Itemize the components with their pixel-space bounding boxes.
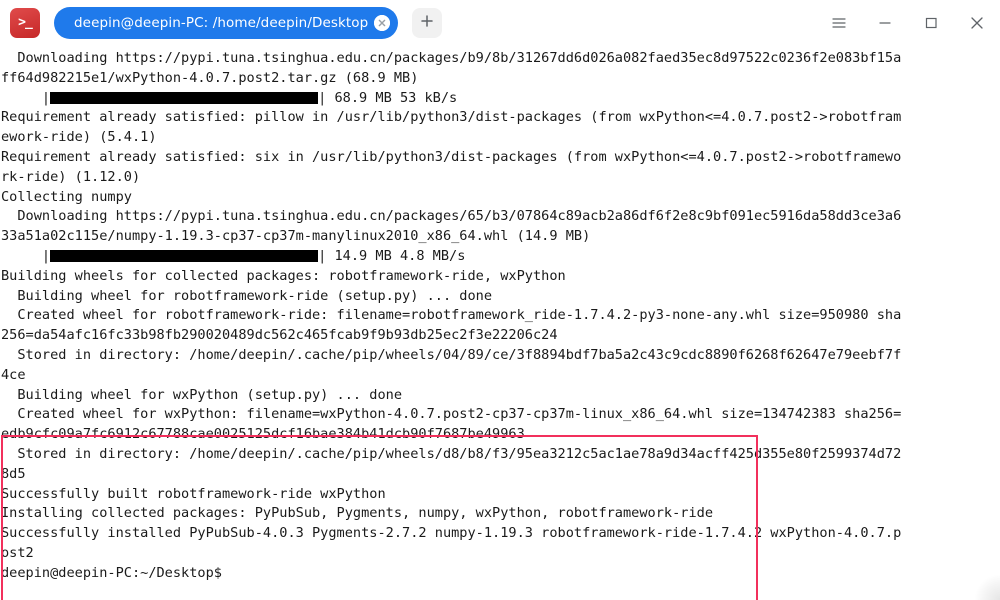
terminal-line: ff64d982215e1/wxPython-4.0.7.post2.tar.g… bbox=[1, 69, 419, 86]
terminal-line: Stored in directory: /home/deepin/.cache… bbox=[1, 346, 902, 363]
terminal-line: Collecting numpy bbox=[1, 188, 132, 205]
terminal-app-icon: >_ bbox=[10, 8, 40, 38]
new-tab-button[interactable] bbox=[412, 8, 443, 38]
terminal-line: Created wheel for wxPython: filename=wxP… bbox=[1, 406, 902, 423]
terminal-line: Requirement already satisfied: six in /u… bbox=[1, 148, 902, 165]
terminal-line: 256=da54afc16fc33b98fb290020489dc562c465… bbox=[1, 327, 558, 344]
maximize-icon bbox=[922, 14, 940, 32]
hamburger-menu-icon bbox=[830, 14, 848, 32]
minimize-icon bbox=[876, 14, 894, 32]
terminal-line: deepin@deepin-PC:~/Desktop$ bbox=[1, 564, 222, 581]
terminal-line: Installing collected packages: PyPubSub,… bbox=[1, 505, 714, 522]
terminal-line: Building wheel for wxPython (setup.py) .… bbox=[1, 386, 403, 403]
window-controls bbox=[816, 0, 1000, 46]
plus-icon bbox=[419, 13, 435, 33]
terminal-line: Downloading https://pypi.tuna.tsinghua.e… bbox=[1, 208, 902, 225]
terminal-line: | | 14.9 MB 4.8 MB/s bbox=[1, 247, 466, 264]
terminal-line: ework-ride) (5.4.1) bbox=[1, 129, 157, 146]
terminal-line: edb9cfc09a7fc6912c67788cae0025125dcf16ba… bbox=[1, 426, 525, 443]
terminal-line: Successfully built robotframework-ride w… bbox=[1, 485, 386, 502]
terminal-lines: Downloading https://pypi.tuna.tsinghua.e… bbox=[0, 46, 901, 584]
terminal-line: Successfully installed PyPubSub-4.0.3 Py… bbox=[1, 525, 902, 542]
terminal-line: Requirement already satisfied: pillow in… bbox=[1, 109, 902, 126]
terminal-line: Building wheel for robotframework-ride (… bbox=[1, 287, 493, 304]
terminal-tab[interactable]: deepin@deepin-PC: /home/deepin/Desktop bbox=[54, 7, 399, 39]
maximize-button[interactable] bbox=[908, 0, 954, 46]
close-icon bbox=[967, 13, 987, 33]
terminal-line: | | 68.9 MB 53 kB/s bbox=[1, 89, 458, 106]
window-titlebar: >_ deepin@deepin-PC: /home/deepin/Deskto… bbox=[0, 0, 1000, 46]
terminal-output-area[interactable]: Downloading https://pypi.tuna.tsinghua.e… bbox=[0, 46, 1000, 600]
page-corner-shadow bbox=[974, 574, 1000, 600]
terminal-line: ost2 bbox=[1, 544, 34, 561]
terminal-line: 4ce bbox=[1, 366, 26, 383]
close-window-button[interactable] bbox=[954, 0, 1000, 46]
terminal-line: Stored in directory: /home/deepin/.cache… bbox=[1, 445, 902, 462]
progress-bar bbox=[50, 249, 319, 262]
progress-bar bbox=[50, 91, 319, 104]
terminal-line: Created wheel for robotframework-ride: f… bbox=[1, 307, 902, 324]
terminal-line: rk-ride) (1.12.0) bbox=[1, 168, 141, 185]
terminal-line: Building wheels for collected packages: … bbox=[1, 267, 566, 284]
terminal-prompt-glyph: >_ bbox=[18, 14, 33, 30]
terminal-tab-label: deepin@deepin-PC: /home/deepin/Desktop bbox=[74, 15, 369, 31]
terminal-line: Downloading https://pypi.tuna.tsinghua.e… bbox=[1, 50, 902, 66]
close-icon[interactable] bbox=[374, 15, 391, 31]
menu-button[interactable] bbox=[816, 0, 862, 46]
terminal-line: 8d5 bbox=[1, 465, 26, 482]
terminal-line: 33a51a02c115e/numpy-1.19.3-cp37-cp37m-ma… bbox=[1, 228, 591, 245]
minimize-button[interactable] bbox=[862, 0, 908, 46]
